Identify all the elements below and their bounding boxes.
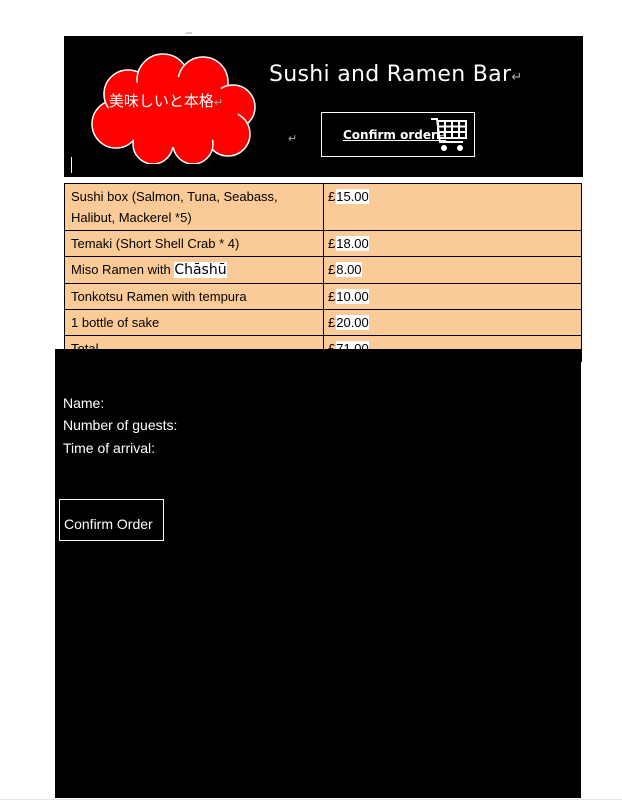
item-cell: 1 bottle of sake (64, 309, 324, 336)
currency-symbol: £ (328, 289, 336, 304)
price-cell: £15.00 (323, 183, 582, 231)
item-text: Miso Ramen with (71, 262, 175, 277)
header-banner: 美味しいと本格↵ Sushi and Ramen Bar↵ ↵ Confirm … (64, 36, 583, 177)
table-row: 1 bottle of sake £20.00 (64, 309, 582, 336)
cloud-text: 美味しいと本格↵ (86, 90, 246, 111)
item-cell: Sushi box (Salmon, Tuna, Seabass, Halibu… (64, 183, 324, 231)
item-cell: Tonkotsu Ramen with tempura (64, 283, 324, 310)
price-cell: £10.00 (323, 283, 582, 310)
guests-label: Number of guests: (63, 417, 178, 433)
table-row: Temaki (Short Shell Crab * 4) £18.00 (64, 230, 582, 257)
confirm-order-link-box[interactable]: Confirm order↵ (321, 112, 475, 157)
text-cursor (71, 157, 72, 173)
page-bottom-divider (0, 799, 622, 800)
page-title: Sushi and Ramen Bar↵ (269, 62, 523, 87)
price-value: 20.00 (336, 315, 369, 330)
price-value: 10.00 (336, 289, 369, 304)
paragraph-mark: ↵ (288, 133, 298, 145)
price-cell: £18.00 (323, 230, 582, 257)
item-cell: Temaki (Short Shell Crab * 4) (64, 230, 324, 257)
confirm-order-button[interactable]: Confirm Order (59, 499, 164, 541)
confirm-order-link-text[interactable]: Confirm order (343, 128, 437, 142)
arrival-label: Time of arrival: (63, 440, 156, 456)
name-label: Name: (63, 395, 105, 411)
currency-symbol: £ (328, 189, 336, 204)
table-row: Sushi box (Salmon, Tuna, Seabass, Halibu… (64, 183, 582, 231)
currency-symbol: £ (328, 262, 336, 277)
price-value: 15.00 (336, 189, 369, 204)
paragraph-mark: ↵ (213, 96, 224, 109)
currency-symbol: £ (328, 236, 336, 251)
item-cell: Miso Ramen with Chāshū (64, 256, 324, 284)
price-cell: £8.00 (323, 256, 582, 284)
currency-symbol: £ (328, 315, 336, 330)
price-cell: £20.00 (323, 309, 582, 336)
reservation-form: Name: Number of guests: Time of arrival:… (55, 349, 581, 798)
item-special-text: Chāshū (174, 262, 227, 278)
table-row: Tonkotsu Ramen with tempura £10.00 (64, 283, 582, 310)
table-row: Miso Ramen with Chāshū £8.00 (64, 256, 582, 284)
cloud-text-label: 美味しいと本格 (108, 92, 214, 110)
page-title-text: Sushi and Ramen Bar (269, 62, 512, 87)
page-top-mark (186, 32, 192, 34)
price-value: 18.00 (336, 236, 369, 251)
price-value: 8.00 (336, 262, 362, 277)
order-table: Sushi box (Salmon, Tuna, Seabass, Halibu… (64, 183, 582, 362)
paragraph-mark: ↵ (511, 70, 523, 85)
shopping-cart-icon[interactable] (430, 116, 470, 154)
